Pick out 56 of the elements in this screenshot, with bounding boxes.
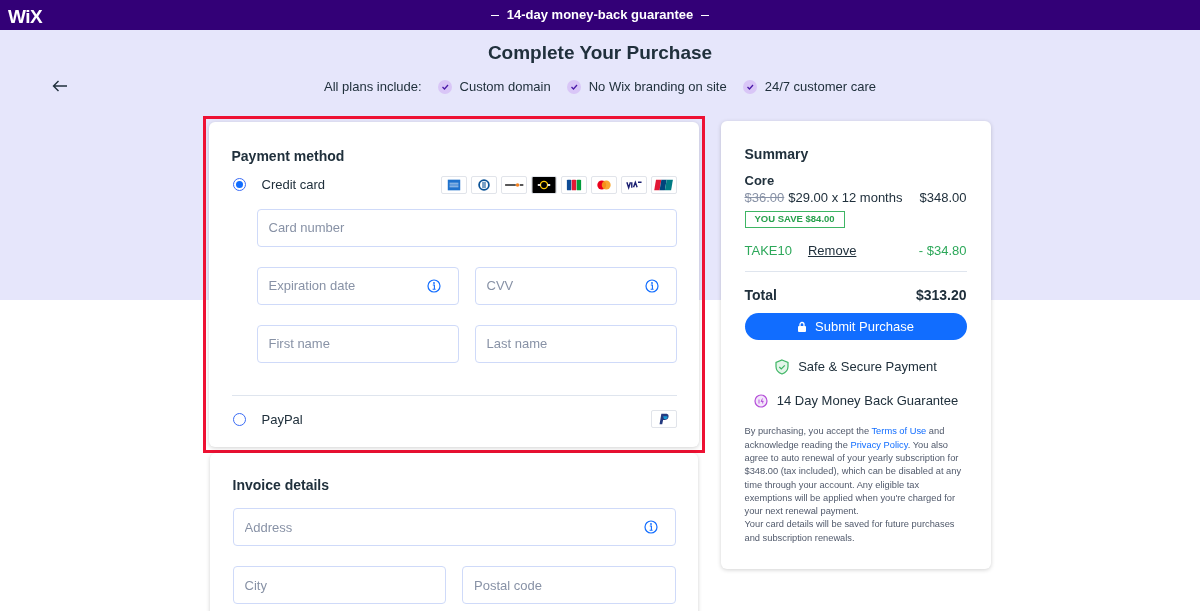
- feature-text: 24/7 customer care: [764, 77, 876, 96]
- old-price: $36.00: [744, 189, 785, 207]
- card-brand-icon: [650, 175, 677, 194]
- price-amount: $348.00: [919, 189, 967, 207]
- input-field[interactable]: Card number: [256, 208, 677, 247]
- input-field[interactable]: First name: [256, 324, 459, 363]
- option-label: PayPal: [261, 410, 304, 429]
- coupon-code: TAKE10: [744, 241, 792, 260]
- card-brand-icon: [620, 175, 647, 194]
- input-field[interactable]: Address: [232, 508, 676, 546]
- section-title: Summary: [744, 145, 810, 164]
- card-brand-icon: [470, 175, 497, 194]
- shield-check-icon: [774, 359, 791, 375]
- legal-text: By purchasing, you accept the Terms of Use and acknowledge reading the Privacy Policy. You also agree to auto renewal of your yearly subscription for $348.00 (tax included), which can be disabled at any time through your account. Any eligible tax exemptions will be applied when you're charged for your next renewal payment.: [744, 425, 963, 519]
- check-icon: [566, 79, 581, 94]
- guarantee-banner-text: 14-day money-back guarantee: [506, 6, 694, 25]
- info-icon[interactable]: [644, 278, 659, 293]
- card-note-text: Your card details will be saved for future purchases and subscription renewals.: [744, 518, 956, 545]
- card-brand-icon: [530, 175, 557, 194]
- savings-tag: YOU SAVE $84.00: [744, 211, 845, 228]
- card-brand-icon: [560, 175, 587, 194]
- input-field[interactable]: City: [232, 566, 446, 604]
- refund-icon: [752, 392, 769, 409]
- submit-button[interactable]: Submit Purchase: [744, 313, 967, 341]
- card-brand-icon: [440, 175, 467, 194]
- discount-amount: - $34.80: [918, 241, 967, 260]
- feature-text: Custom domain: [459, 77, 551, 96]
- input-field[interactable]: CVV: [474, 266, 677, 305]
- back-arrow-icon[interactable]: [52, 80, 68, 92]
- section-title: Invoice details: [232, 476, 330, 495]
- paypal-icon: [650, 410, 677, 429]
- feature-text: No Wix branding on site: [588, 77, 727, 96]
- logo[interactable]: WiX: [8, 3, 43, 32]
- guarantee-text: 14 Day Money Back Guarantee: [776, 391, 959, 410]
- input-field[interactable]: Last name: [474, 324, 677, 363]
- input-field[interactable]: Expiration date: [256, 266, 459, 305]
- guarantee-text: Safe & Secure Payment: [798, 358, 937, 376]
- card-brand-icon: [500, 175, 527, 194]
- price-text: $29.00 x 12 months: [788, 189, 903, 207]
- info-icon[interactable]: [643, 520, 658, 534]
- includes-label: All plans include:: [324, 77, 422, 96]
- card-brand-icon: [590, 175, 617, 194]
- option-label: Credit card: [261, 176, 327, 194]
- info-icon[interactable]: [426, 278, 441, 293]
- legal-link[interactable]: Privacy Policy: [850, 439, 908, 450]
- legal-link[interactable]: Terms of Use: [871, 426, 927, 437]
- total-label: Total: [744, 286, 777, 306]
- check-icon: [742, 79, 757, 94]
- page-title: Complete Your Purchase: [486, 42, 714, 65]
- lock-icon: [797, 320, 807, 333]
- remove-link[interactable]: Remove: [807, 241, 919, 260]
- check-icon: [437, 79, 452, 94]
- total-amount: $313.20: [915, 286, 967, 306]
- plan-name: Core: [744, 171, 776, 190]
- section-title: Payment method: [231, 147, 346, 166]
- input-field[interactable]: Postal code: [462, 566, 676, 604]
